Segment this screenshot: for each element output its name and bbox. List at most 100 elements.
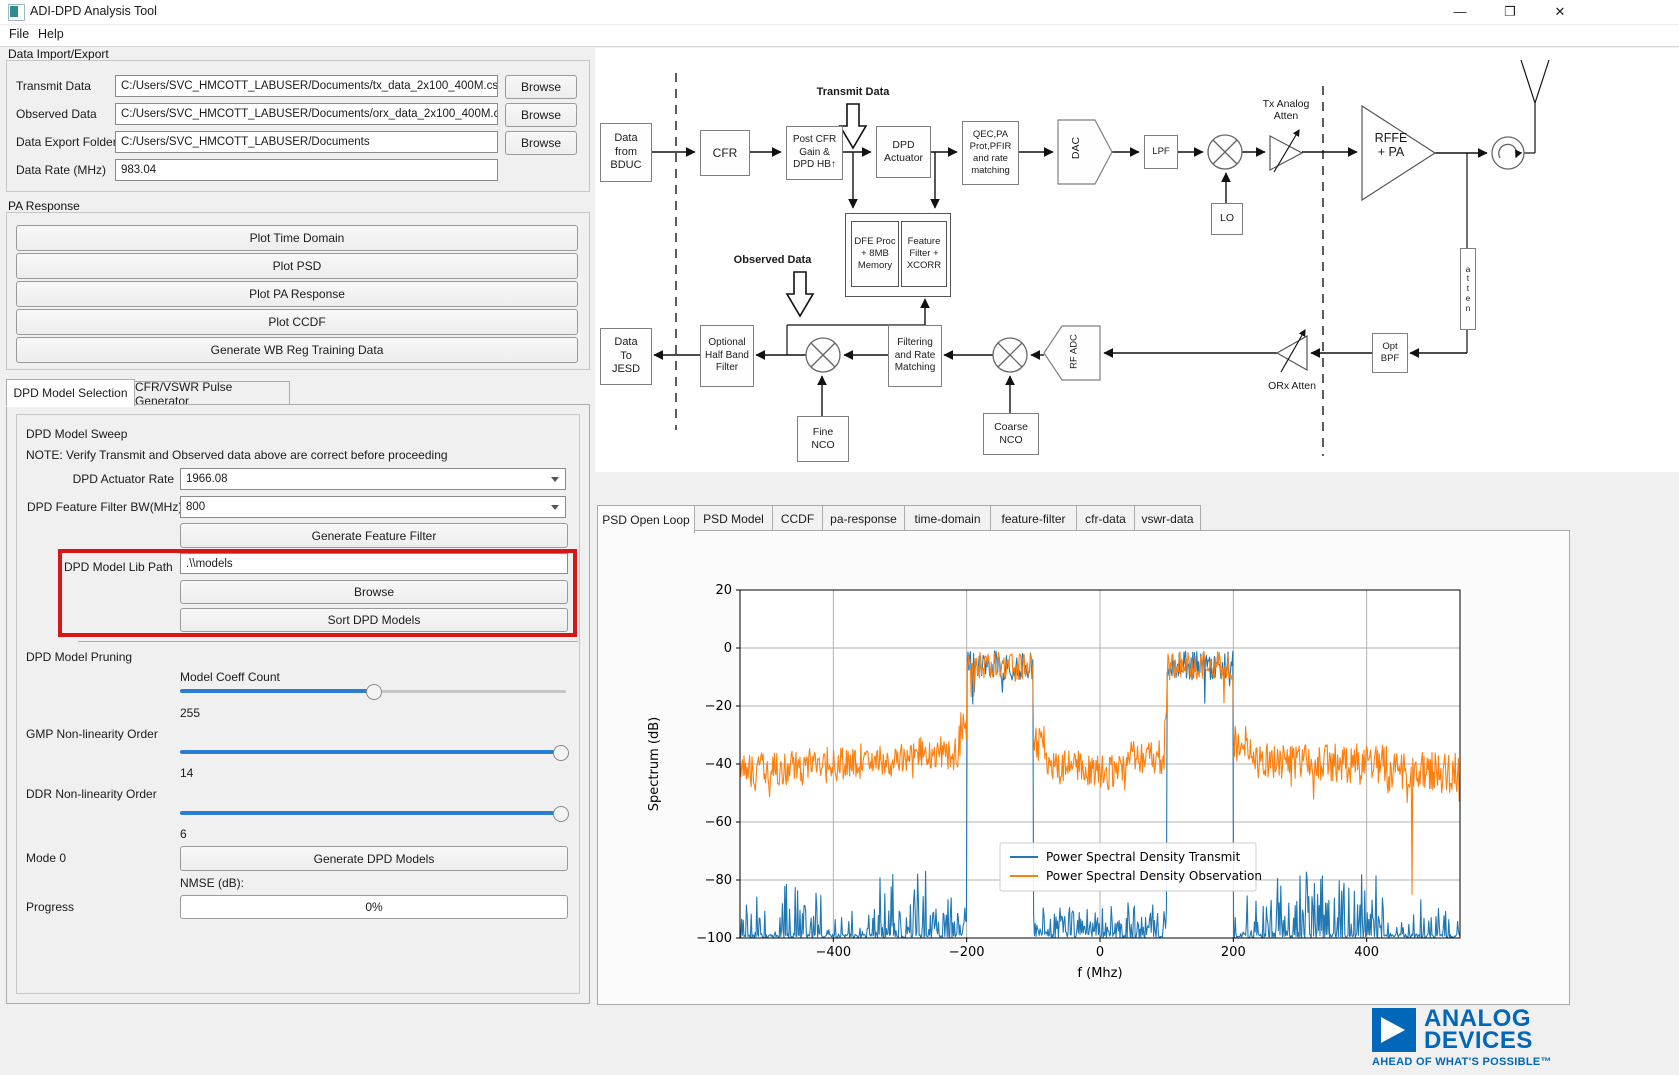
transmit-data-input[interactable]: C:/Users/SVC_HMCOTT_LABUSER/Documents/tx…: [115, 75, 498, 97]
maximize-button[interactable]: ❐: [1487, 0, 1533, 24]
block-data-from-bduc: Data from BDUC: [600, 123, 652, 182]
window-title: ADI-DPD Analysis Tool: [30, 4, 157, 18]
ddr-order-value: 6: [180, 827, 187, 841]
transmit-data-label: Transmit Data: [16, 79, 91, 93]
model-sweep-note: NOTE: Verify Transmit and Observed data …: [26, 448, 448, 462]
mode-label: Mode 0: [26, 851, 66, 865]
divider: [78, 641, 578, 642]
pruning-title: DPD Model Pruning: [26, 650, 132, 664]
tx-analog-atten-label: Tx Analog Atten: [1250, 98, 1322, 122]
block-feature-filter-xcorr: Feature Filter + XCORR: [901, 221, 947, 287]
logo-line2: DEVICES: [1424, 1030, 1533, 1052]
menu-help[interactable]: Help: [38, 27, 64, 41]
generate-feature-filter-button[interactable]: Generate Feature Filter: [180, 523, 568, 548]
block-half-band-filter: Optional Half Band Filter: [700, 325, 754, 387]
menu-file[interactable]: File: [9, 27, 29, 41]
gmp-order-label: GMP Non-linearity Order: [26, 727, 158, 741]
psd-chart: −400−2000200400200−20−40−60−80−100f (Mhz…: [598, 531, 1567, 1002]
svg-text:−40: −40: [705, 757, 732, 772]
block-fine-nco: Fine NCO: [797, 416, 849, 462]
coeff-count-label: Model Coeff Count: [180, 670, 280, 684]
block-rffe-pa-label: RFFE + PA: [1365, 131, 1417, 159]
block-opt-bpf: Opt BPF: [1372, 333, 1408, 373]
model-sweep-title: DPD Model Sweep: [26, 427, 127, 441]
svg-text:−100: −100: [696, 931, 732, 946]
transmit-browse-button[interactable]: Browse: [505, 75, 577, 99]
block-dac-label: DAC: [1070, 122, 1082, 174]
svg-text:200: 200: [1221, 945, 1246, 960]
orx-atten-label: ORx Atten: [1250, 380, 1334, 392]
pa-response-title: PA Response: [8, 199, 80, 213]
chevron-down-icon: [551, 477, 559, 482]
svg-text:−80: −80: [705, 873, 732, 888]
export-folder-label: Data Export Folder: [16, 135, 117, 149]
actuator-rate-label: DPD Actuator Rate: [30, 472, 174, 486]
plot-tab-cfr-data[interactable]: cfr-data: [1076, 505, 1135, 533]
coeff-count-value: 255: [180, 706, 200, 720]
plot-tab-psd-model[interactable]: PSD Model: [694, 505, 773, 533]
svg-text:−200: −200: [949, 945, 985, 960]
export-folder-input[interactable]: C:/Users/SVC_HMCOTT_LABUSER/Documents: [115, 131, 498, 153]
plot-tab-pa-response[interactable]: pa-response: [822, 505, 905, 533]
svg-text:20: 20: [715, 583, 732, 598]
plot-tab-psd-open-loop[interactable]: PSD Open Loop: [597, 505, 695, 533]
nmse-label: NMSE (dB):: [180, 876, 244, 890]
block-rf-adc-label: RF ADC: [1069, 321, 1080, 383]
plot-psd-button[interactable]: Plot PSD: [16, 253, 578, 279]
plot-tab-feature-filter[interactable]: feature-filter: [990, 505, 1077, 533]
progress-label: Progress: [26, 900, 74, 914]
block-cfr: CFR: [700, 130, 750, 176]
block-lo: LO: [1211, 203, 1243, 235]
app-window: ADI-DPD Analysis Tool — ❐ ✕ File Help Da…: [0, 0, 1679, 1075]
plot-time-domain-button[interactable]: Plot Time Domain: [16, 225, 578, 251]
plot-tab-time-domain[interactable]: time-domain: [904, 505, 991, 533]
close-button[interactable]: ✕: [1537, 0, 1583, 24]
block-post-cfr: Post CFR Gain & DPD HB↑: [786, 126, 843, 180]
svg-text:−20: −20: [705, 699, 732, 714]
svg-text:400: 400: [1354, 945, 1379, 960]
gmp-order-slider[interactable]: [180, 745, 566, 759]
generate-dpd-models-button[interactable]: Generate DPD Models: [180, 846, 568, 871]
tab-dpd-model-selection[interactable]: DPD Model Selection: [6, 379, 135, 407]
import-export-title: Data Import/Export: [8, 47, 109, 61]
svg-text:Power Spectral Density Observa: Power Spectral Density Observation: [1046, 869, 1262, 883]
export-browse-button[interactable]: Browse: [505, 131, 577, 155]
plot-ccdf-button[interactable]: Plot CCDF: [16, 309, 578, 335]
gmp-order-value: 14: [180, 766, 193, 780]
observed-data-flow-label: Observed Data: [720, 254, 825, 266]
actuator-rate-combobox[interactable]: 1966.08: [180, 468, 566, 490]
observed-browse-button[interactable]: Browse: [505, 103, 577, 127]
svg-text:Spectrum (dB): Spectrum (dB): [647, 717, 662, 811]
coeff-count-slider[interactable]: [180, 684, 566, 698]
block-filtering: Filtering and Rate Matching: [888, 325, 942, 387]
plot-tab-ccdf[interactable]: CCDF: [772, 505, 823, 533]
data-rate-input[interactable]: 983.04: [115, 159, 498, 181]
feature-bw-label: DPD Feature Filter BW(MHz): [27, 500, 182, 514]
svg-text:−60: −60: [705, 815, 732, 830]
svg-text:−400: −400: [815, 945, 851, 960]
generate-wb-reg-button[interactable]: Generate WB Reg Training Data: [16, 337, 578, 363]
minimize-button[interactable]: —: [1437, 0, 1483, 24]
data-rate-label: Data Rate (MHz): [16, 163, 106, 177]
plot-tab-vswr-data[interactable]: vswr-data: [1134, 505, 1201, 533]
feature-bw-value: 800: [186, 501, 205, 513]
svg-text:0: 0: [724, 641, 732, 656]
signal-chain-diagram: Data from BDUC CFR Post CFR Gain & DPD H…: [595, 48, 1679, 472]
observed-data-input[interactable]: C:/Users/SVC_HMCOTT_LABUSER/Documents/or…: [115, 103, 498, 125]
actuator-rate-value: 1966.08: [186, 473, 228, 485]
block-coarse-nco: Coarse NCO: [983, 413, 1039, 455]
slider-thumb[interactable]: [366, 684, 382, 700]
block-dfe-proc: DFE Proc + 8MB Memory: [851, 221, 899, 287]
plot-pa-response-button[interactable]: Plot PA Response: [16, 281, 578, 307]
svg-text:Power Spectral Density Transmi: Power Spectral Density Transmit: [1046, 850, 1241, 864]
block-qec: QEC,PA Prot,PFIR and rate matching: [962, 121, 1019, 185]
chevron-down-icon: [551, 505, 559, 510]
observed-data-label: Observed Data: [16, 107, 97, 121]
ddr-order-slider[interactable]: [180, 806, 566, 820]
transmit-data-flow-label: Transmit Data: [808, 86, 898, 98]
menu-bar: File Help: [0, 25, 1679, 47]
analog-devices-logo: ANALOG DEVICES AHEAD OF WHAT'S POSSIBLE™: [1372, 1008, 1572, 1070]
feature-bw-combobox[interactable]: 800: [180, 496, 566, 518]
block-data-to-jesd: Data To JESD: [600, 328, 652, 385]
adi-logo-icon: [1372, 1008, 1416, 1052]
